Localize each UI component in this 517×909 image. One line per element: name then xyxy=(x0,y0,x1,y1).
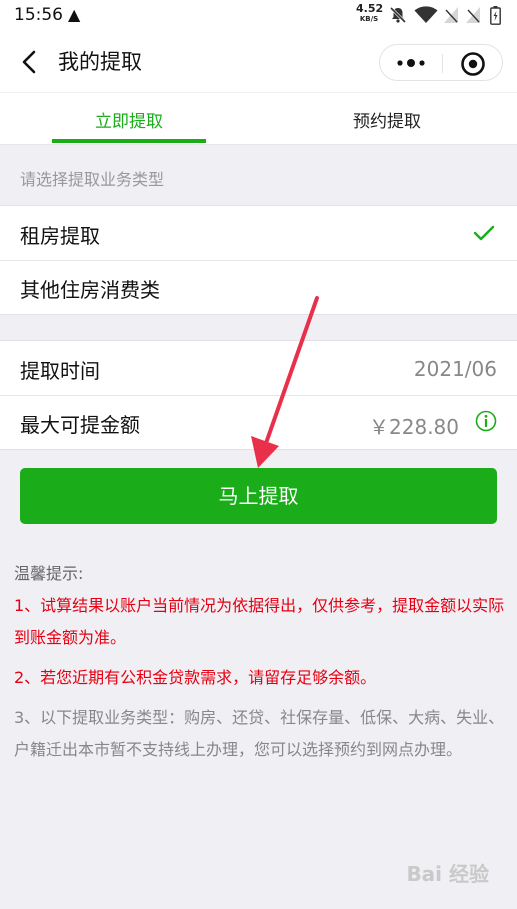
option-rent-withdrawal[interactable]: 租房提取 xyxy=(0,206,517,260)
max-amount-label: 最大可提金额 xyxy=(20,413,140,437)
wifi-icon xyxy=(414,6,438,23)
option-other-housing-consumption[interactable]: 其他住房消费类 xyxy=(0,260,517,314)
tips-title: 温馨提示: xyxy=(14,564,84,583)
info-icon[interactable] xyxy=(475,410,497,432)
network-speed-value: 4.52 xyxy=(356,2,384,15)
business-type-label: 请选择提取业务类型 xyxy=(20,170,165,189)
tip-item-3: 3、以下提取业务类型：购房、还贷、社保存量、低保、大病、失业、户籍迁出本市暂不支… xyxy=(14,708,505,759)
max-amount-row: 最大可提金额 ￥228.80 xyxy=(0,395,517,449)
checkmark-icon xyxy=(473,225,495,241)
close-miniprogram-icon[interactable] xyxy=(460,51,486,77)
capsule-divider xyxy=(442,54,443,73)
status-bar: 15:56 ▲ 4.52 KB/S xyxy=(0,0,517,32)
warning-icon: ▲ xyxy=(68,5,81,24)
network-speed-unit: KB/S xyxy=(359,15,379,23)
more-icon[interactable] xyxy=(393,53,429,73)
withdrawal-info-list: 提取时间 2021/06 最大可提金额 ￥228.80 xyxy=(0,340,517,450)
withdraw-now-button[interactable]: 马上提取 xyxy=(20,468,497,524)
option-label: 其他住房消费类 xyxy=(20,278,160,302)
status-time: 15:56 xyxy=(14,5,63,25)
tab-immediate-withdrawal[interactable]: 立即提取 xyxy=(0,93,258,145)
navigation-bar: 我的提取 xyxy=(0,32,517,92)
page-title: 我的提取 xyxy=(58,50,142,74)
signal-icon-2 xyxy=(466,7,480,23)
miniprogram-capsule xyxy=(379,44,503,81)
back-arrow-icon[interactable] xyxy=(16,48,44,76)
signal-icon-1 xyxy=(444,7,458,23)
tip-item-2: 2、若您近期有公积金贷款需求，请留存足够余额。 xyxy=(14,668,377,687)
withdrawal-time-label: 提取时间 xyxy=(20,359,100,383)
max-amount-value: ￥228.80 xyxy=(369,415,459,439)
battery-icon xyxy=(490,6,501,25)
mute-bell-icon xyxy=(389,6,407,24)
tab-bar: 立即提取 预约提取 xyxy=(0,93,517,145)
baidu-watermark: Bai 经验 xyxy=(406,862,489,886)
active-tab-indicator xyxy=(52,139,206,143)
tab-scheduled-withdrawal[interactable]: 预约提取 xyxy=(258,93,516,145)
withdrawal-time-row: 提取时间 2021/06 xyxy=(0,341,517,395)
business-type-list: 租房提取 其他住房消费类 xyxy=(0,205,517,315)
tip-item-1: 1、试算结果以账户当前情况为依据得出，仅供参考，提取金额以实际到账金额为准。 xyxy=(14,596,505,647)
option-label: 租房提取 xyxy=(20,224,100,248)
network-speed: 4.52 KB/S xyxy=(356,2,384,24)
withdrawal-time-value: 2021/06 xyxy=(413,357,497,381)
